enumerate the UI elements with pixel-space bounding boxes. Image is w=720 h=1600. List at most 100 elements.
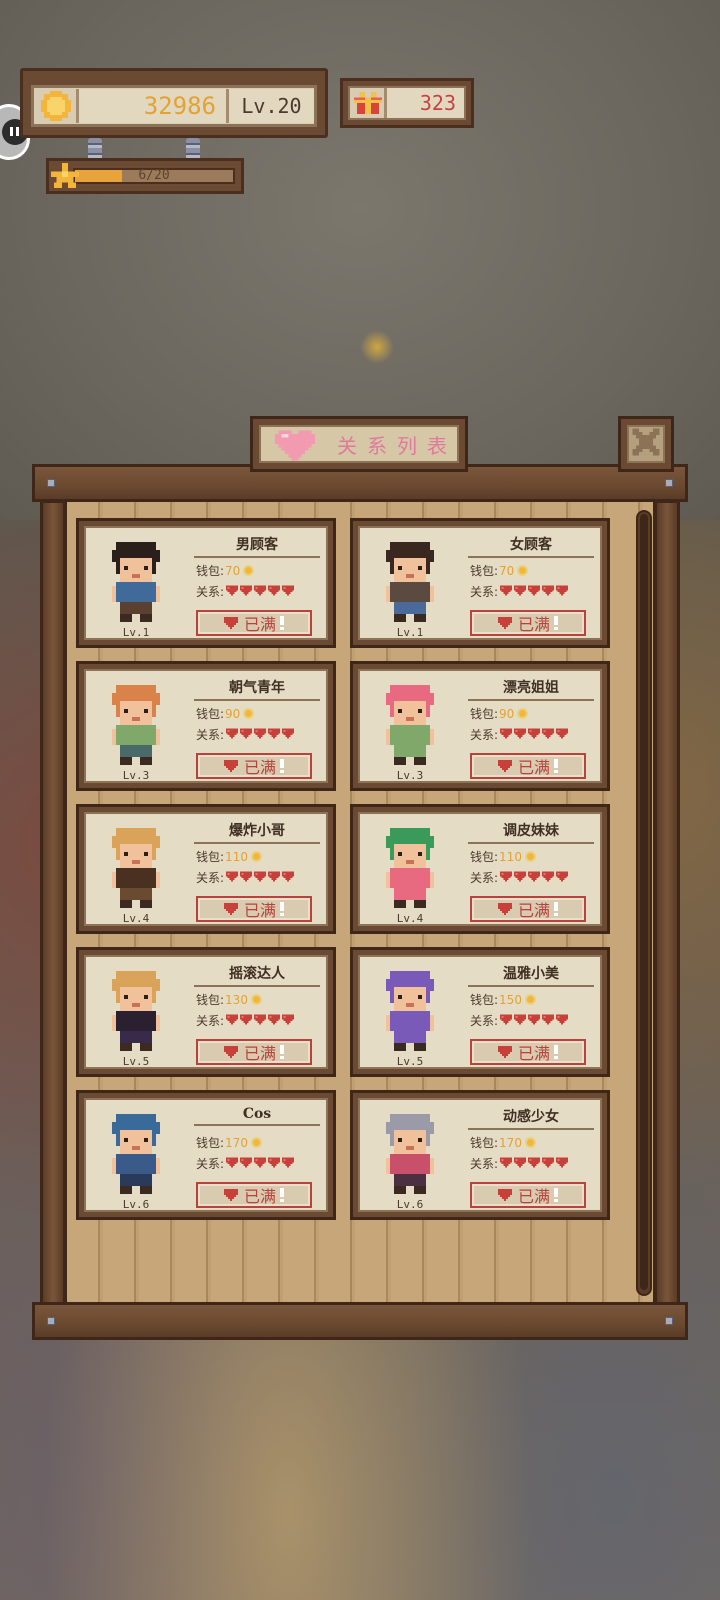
character-avatar (104, 681, 168, 769)
heart-icon (542, 727, 555, 742)
heart-icon (226, 727, 239, 742)
relation-full-button[interactable]: 已满 (470, 610, 586, 636)
rivet (47, 1317, 55, 1325)
character-card[interactable]: Lv.5 摇滚达人 钱包: 130 关系: 已满 (76, 947, 336, 1077)
relation-hearts (226, 1156, 296, 1171)
heart-icon (500, 584, 513, 599)
background-coin-glow (360, 330, 394, 364)
wallet-row: 钱包: 170 (470, 1134, 536, 1151)
relation-full-button[interactable]: 已满 (470, 1039, 586, 1065)
coin-icon (517, 565, 529, 576)
coin-icon (250, 1137, 262, 1148)
character-name: 男顾客 (194, 534, 320, 558)
heart-icon (254, 584, 267, 599)
heart-icon (223, 757, 238, 776)
relation-hearts (500, 584, 570, 599)
character-name: 动感少女 (468, 1106, 594, 1130)
character-card[interactable]: Lv.6 动感少女钱包: 170 关系: 已满 (350, 1090, 610, 1220)
relation-row: 关系: (196, 583, 296, 600)
relation-hearts (500, 1156, 570, 1171)
scrollbar-thumb[interactable] (640, 514, 648, 1290)
wallet-row: 钱包: 150 (470, 991, 536, 1008)
coin-icon (524, 1137, 536, 1148)
relation-full-button[interactable]: 已满 (196, 1039, 312, 1065)
character-level: Lv.3 (122, 769, 150, 782)
character-level: Lv.1 (396, 626, 424, 639)
wallet-value: 90 (499, 706, 515, 721)
heart-icon (282, 584, 295, 599)
rivet (665, 1317, 673, 1325)
wallet-label: 钱包: (470, 850, 499, 864)
relation-full-button[interactable]: 已满 (470, 1182, 586, 1208)
relation-full-label: 已满 (517, 901, 550, 920)
exclamation-icon (554, 902, 558, 916)
wallet-value: 70 (225, 563, 241, 578)
frame-bottom-beam (32, 1302, 688, 1340)
relation-full-label: 已满 (243, 758, 276, 777)
coin-icon (38, 88, 74, 124)
relation-row: 关系: (196, 869, 296, 886)
character-level: Lv.6 (396, 1198, 424, 1211)
close-button[interactable] (618, 416, 674, 472)
relation-full-button[interactable]: 已满 (470, 896, 586, 922)
character-name: 摇滚达人 (194, 963, 320, 987)
heart-icon (528, 870, 541, 885)
wallet-row: 钱包: 170 (196, 1134, 262, 1151)
rivet (47, 479, 55, 487)
character-card[interactable]: Lv.1 男顾客 钱包: 70 关系: 已满 (76, 518, 336, 648)
coin-amount: 32986 (76, 89, 226, 123)
relation-full-label: 已满 (517, 1044, 550, 1063)
relation-full-button[interactable]: 已满 (196, 896, 312, 922)
relation-full-button[interactable]: 已满 (196, 610, 312, 636)
wallet-label: 钱包: (196, 564, 225, 578)
character-card[interactable]: Lv.4 爆炸小哥 钱包: 110 关系: 已满 (76, 804, 336, 934)
rivet (665, 479, 673, 487)
chain-left (88, 138, 102, 160)
relation-label: 关系: (196, 1157, 225, 1171)
gift-panel[interactable]: 323 (340, 78, 474, 128)
relation-full-label: 已满 (517, 758, 550, 777)
wallet-label: 钱包: (196, 707, 225, 721)
character-level: Lv.5 (396, 1055, 424, 1068)
character-avatar (378, 538, 442, 626)
relation-hearts (226, 584, 296, 599)
heart-icon (240, 1156, 253, 1171)
heart-icon (556, 727, 569, 742)
relation-hearts (226, 727, 296, 742)
relation-full-button[interactable]: 已满 (196, 753, 312, 779)
character-card[interactable]: Lv.5 温雅小美 钱包: 150 关系: 已满 (350, 947, 610, 1077)
heart-icon (268, 1013, 281, 1028)
character-card[interactable]: Lv.4 调皮妹妹 钱包: 110 关系: 已满 (350, 804, 610, 934)
character-card[interactable]: Lv.3 朝气青年 钱包: 90 关系: 已满 (76, 661, 336, 791)
heart-icon (226, 584, 239, 599)
relation-hearts (500, 1013, 570, 1028)
heart-icon (240, 727, 253, 742)
coin-icon (250, 994, 262, 1005)
relation-full-label: 已满 (243, 615, 276, 634)
heart-icon (268, 727, 281, 742)
heart-icon (514, 1156, 527, 1171)
relation-hearts (226, 870, 296, 885)
relation-row: 关系: (470, 1155, 570, 1172)
character-card[interactable]: Lv.6 Cos 钱包: 170 关系: 已满 (76, 1090, 336, 1220)
wallet-label: 钱包: (470, 1136, 499, 1150)
close-icon (629, 425, 663, 463)
relation-hearts (500, 870, 570, 885)
love-heart-icon (273, 426, 317, 462)
character-avatar (104, 538, 168, 626)
relation-hearts (500, 727, 570, 742)
heart-icon (254, 1156, 267, 1171)
heart-icon (240, 870, 253, 885)
relation-full-button[interactable]: 已满 (470, 753, 586, 779)
wallet-value: 110 (225, 849, 248, 864)
character-card[interactable]: Lv.1 女顾客 钱包: 70 关系: 已满 (350, 518, 610, 648)
heart-icon (542, 1156, 555, 1171)
relation-full-button[interactable]: 已满 (196, 1182, 312, 1208)
relation-row: 关系: (470, 1012, 570, 1029)
character-level: Lv.3 (396, 769, 424, 782)
scrollbar[interactable] (636, 510, 652, 1296)
heart-icon (556, 1156, 569, 1171)
character-card[interactable]: Lv.3 漂亮姐姐 钱包: 90 关系: 已满 (350, 661, 610, 791)
heart-icon (226, 870, 239, 885)
heart-icon (226, 1156, 239, 1171)
